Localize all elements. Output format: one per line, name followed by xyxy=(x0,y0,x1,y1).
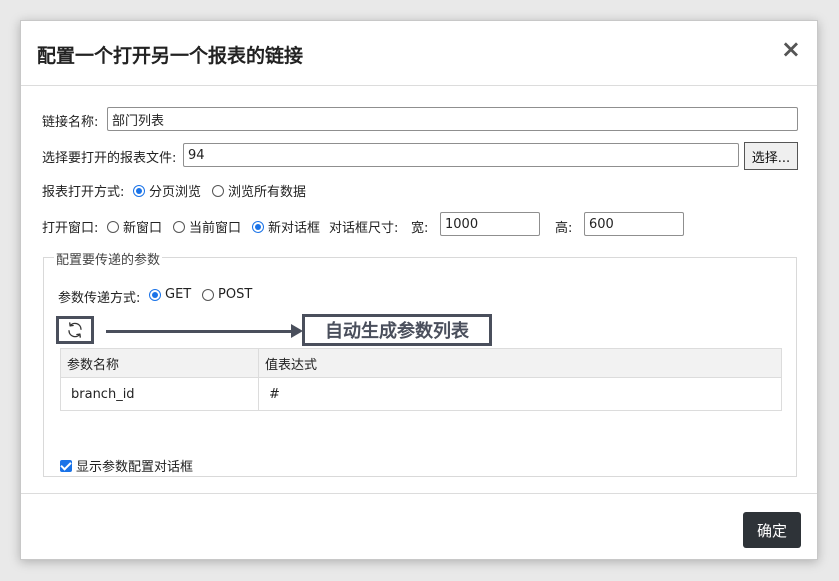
window-label: 打开窗口: xyxy=(42,221,99,236)
window-new-label: 新窗口 xyxy=(123,221,163,236)
open-mode-all[interactable]: 浏览所有数据 xyxy=(212,181,306,200)
params-legend: 配置要传递的参数 xyxy=(54,249,163,268)
report-file-input[interactable] xyxy=(183,143,739,167)
dialog-footer: 确定 xyxy=(21,493,817,560)
radio-icon[interactable] xyxy=(202,288,214,301)
window-current[interactable]: 当前窗口 xyxy=(173,217,241,236)
column-header-value-expr: 值表达式 xyxy=(258,348,782,378)
link-name-label: 链接名称: xyxy=(42,115,99,130)
dialog-title: 配置一个打开另一个报表的链接 xyxy=(37,45,304,67)
open-mode-paged[interactable]: 分页浏览 xyxy=(133,181,201,200)
method-get-label: GET xyxy=(165,287,192,302)
param-name-cell[interactable]: branch_id xyxy=(60,377,259,411)
dialog-size-label: 对话框尺寸: xyxy=(329,221,399,236)
open-mode-all-label: 浏览所有数据 xyxy=(228,185,307,200)
window-dialog[interactable]: 新对话框 xyxy=(252,217,320,236)
close-icon[interactable]: × xyxy=(781,37,801,61)
checkbox-checked-icon[interactable] xyxy=(60,459,72,472)
method-get[interactable]: GET xyxy=(149,287,191,302)
radio-checked-icon[interactable] xyxy=(149,288,161,301)
radio-checked-icon[interactable] xyxy=(133,184,145,197)
params-table: 参数名称 值表达式 branch_id # xyxy=(60,348,782,411)
show-dialog-option[interactable]: 显示参数配置对话框 xyxy=(60,456,193,475)
width-label: 宽: xyxy=(411,221,429,236)
table-row[interactable]: branch_id # xyxy=(60,377,782,411)
annotation-arrow-line xyxy=(106,330,296,333)
table-header-row: 参数名称 值表达式 xyxy=(60,348,782,378)
auto-generate-callout: 自动生成参数列表 xyxy=(302,314,492,346)
column-header-param-name: 参数名称 xyxy=(60,348,259,378)
link-name-input[interactable] xyxy=(107,107,798,131)
method-label: 参数传递方式: xyxy=(58,291,141,306)
height-input[interactable] xyxy=(584,212,684,236)
open-mode-label: 报表打开方式: xyxy=(42,185,125,200)
method-post[interactable]: POST xyxy=(202,287,252,302)
value-expr-cell[interactable]: # xyxy=(258,377,782,411)
radio-icon[interactable] xyxy=(212,184,224,197)
show-dialog-label: 显示参数配置对话框 xyxy=(76,460,194,475)
dialog-header: 配置一个打开另一个报表的链接 × xyxy=(21,21,817,86)
link-config-dialog: 配置一个打开另一个报表的链接 × 链接名称: 选择要打开的报表文件: 选择...… xyxy=(20,20,818,560)
radio-checked-icon[interactable] xyxy=(252,220,264,233)
radio-icon[interactable] xyxy=(107,220,119,233)
params-fieldset: 配置要传递的参数 参数传递方式: GET POST 自动生成参数列表 参数名称 xyxy=(43,249,797,477)
refresh-button[interactable] xyxy=(56,316,94,344)
refresh-icon xyxy=(68,322,82,338)
height-label: 高: xyxy=(555,221,573,236)
report-file-label: 选择要打开的报表文件: xyxy=(42,151,177,166)
width-input[interactable] xyxy=(440,212,540,236)
window-current-label: 当前窗口 xyxy=(189,221,242,236)
window-dialog-label: 新对话框 xyxy=(268,221,321,236)
method-post-label: POST xyxy=(218,287,253,302)
radio-icon[interactable] xyxy=(173,220,185,233)
select-file-button[interactable]: 选择... xyxy=(744,142,798,170)
window-new[interactable]: 新窗口 xyxy=(107,217,162,236)
open-mode-paged-label: 分页浏览 xyxy=(149,185,202,200)
ok-button[interactable]: 确定 xyxy=(743,512,801,548)
